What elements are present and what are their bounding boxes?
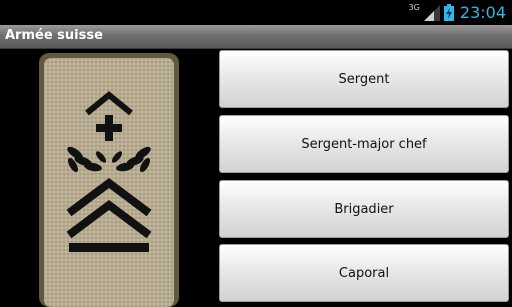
app-title: Armée suisse	[5, 28, 103, 43]
status-icons: 3G 23:04	[409, 2, 506, 23]
clock: 23:04	[459, 3, 506, 22]
network-type-label: 3G	[408, 3, 420, 12]
answer-label: Sergent-major chef	[301, 136, 427, 152]
answer-button-sergent-major-chef[interactable]: Sergent-major chef	[219, 115, 509, 173]
answer-label: Caporal	[338, 265, 390, 281]
answer-button-brigadier[interactable]: Brigadier	[219, 180, 509, 238]
answer-label: Brigadier	[334, 201, 394, 217]
action-bar: Armée suisse	[0, 25, 512, 49]
signal-icon	[423, 4, 440, 21]
rank-insignia-image	[39, 53, 179, 307]
status-bar: 3G 23:04	[0, 0, 512, 25]
battery-charging-icon	[443, 4, 454, 21]
answer-label: Sergent	[338, 71, 390, 87]
rank-insignia-graphic	[39, 53, 179, 307]
answer-button-caporal[interactable]: Caporal	[219, 244, 509, 302]
answer-button-sergent[interactable]: Sergent	[219, 50, 509, 108]
